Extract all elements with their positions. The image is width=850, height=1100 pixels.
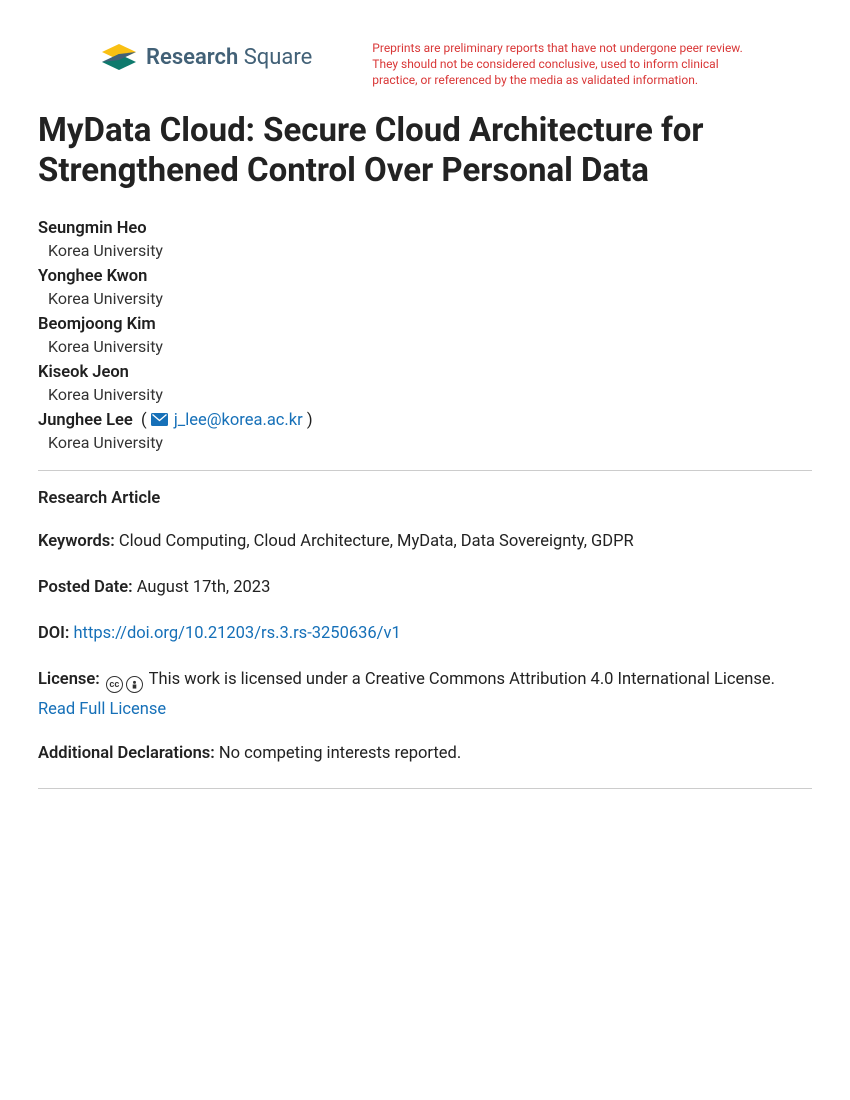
posted-date-label: Posted Date: xyxy=(38,578,133,597)
declarations-label: Additional Declarations: xyxy=(38,744,215,763)
doi-row: DOI: https://doi.org/10.21203/rs.3.rs-32… xyxy=(38,622,812,646)
author-name: Beomjoong Kim xyxy=(38,315,812,334)
author-email-link[interactable]: j_lee@korea.ac.kr xyxy=(174,411,303,430)
author-name: Junghee Lee ( j_lee@korea.ac.kr ) xyxy=(38,411,812,430)
doi-link[interactable]: https://doi.org/10.21203/rs.3.rs-3250636… xyxy=(73,624,400,643)
license-text: This work is licensed under a Creative C… xyxy=(149,670,775,689)
brand-name: Research Square xyxy=(146,45,312,70)
posted-date-value: August 17th, 2023 xyxy=(137,578,271,597)
header: Research Square Preprints are preliminar… xyxy=(100,40,812,89)
author-affiliation: Korea University xyxy=(48,241,812,260)
license-label: License: xyxy=(38,670,100,689)
divider xyxy=(38,788,812,789)
license-row: License: cc This work is licensed under … xyxy=(38,668,812,722)
cc-icon: cc xyxy=(106,676,123,693)
declarations-value: No competing interests reported. xyxy=(219,744,461,763)
read-full-license-link[interactable]: Read Full License xyxy=(38,698,812,722)
author-affiliation: Korea University xyxy=(48,289,812,308)
doi-label: DOI: xyxy=(38,624,69,643)
keywords-label: Keywords: xyxy=(38,532,115,551)
cc-icons: cc xyxy=(106,676,143,693)
author-affiliation: Korea University xyxy=(48,385,812,404)
keywords-row: Keywords: Cloud Computing, Cloud Archite… xyxy=(38,530,812,554)
article-type: Research Article xyxy=(38,489,812,508)
author-name: Yonghee Kwon xyxy=(38,267,812,286)
author-name: Seungmin Heo xyxy=(38,219,812,238)
keywords-value: Cloud Computing, Cloud Architecture, MyD… xyxy=(119,532,634,551)
author-block: Yonghee Kwon Korea University xyxy=(38,267,812,308)
mail-icon xyxy=(151,412,168,425)
author-block: Seungmin Heo Korea University xyxy=(38,219,812,260)
author-affiliation: Korea University xyxy=(48,337,812,356)
author-name: Kiseok Jeon xyxy=(38,363,812,382)
paper-title: MyData Cloud: Secure Cloud Architecture … xyxy=(38,111,812,192)
divider xyxy=(38,470,812,471)
cc-by-icon xyxy=(126,676,143,693)
declarations-row: Additional Declarations: No competing in… xyxy=(38,742,812,766)
posted-date-row: Posted Date: August 17th, 2023 xyxy=(38,576,812,600)
preprint-disclaimer: Preprints are preliminary reports that h… xyxy=(372,40,752,89)
author-affiliation: Korea University xyxy=(48,433,812,452)
author-block: Junghee Lee ( j_lee@korea.ac.kr ) Korea … xyxy=(38,411,812,452)
brand-logo: Research Square xyxy=(100,40,312,74)
authors-list: Seungmin Heo Korea University Yonghee Kw… xyxy=(38,219,812,452)
author-block: Kiseok Jeon Korea University xyxy=(38,363,812,404)
author-block: Beomjoong Kim Korea University xyxy=(38,315,812,356)
logo-mark-icon xyxy=(100,40,138,74)
